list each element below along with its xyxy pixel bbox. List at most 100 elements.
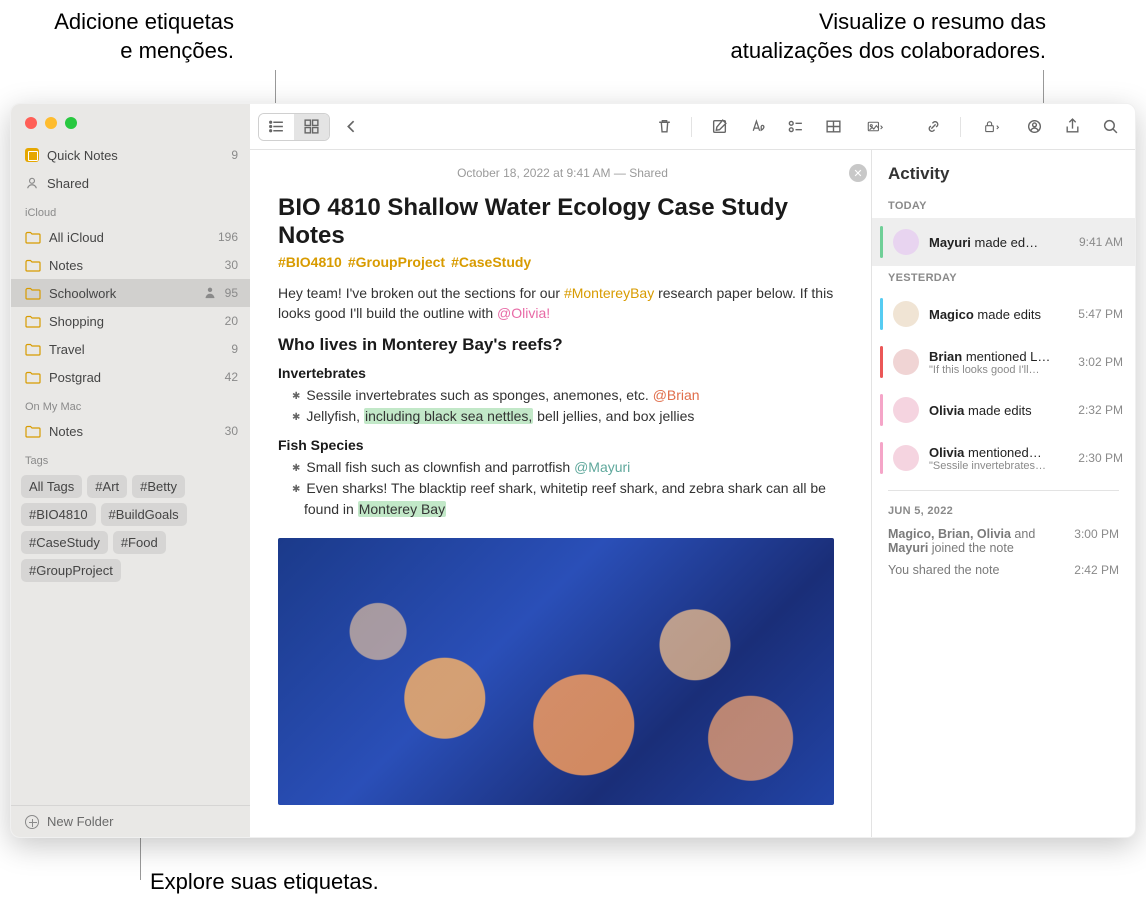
hashtag[interactable]: #GroupProject [348, 254, 445, 270]
avatar [893, 229, 919, 255]
folder-label: Travel [49, 342, 223, 357]
activity-color-bar [880, 346, 883, 378]
folder-count: 9 [231, 148, 238, 162]
fullscreen-window-button[interactable] [65, 117, 77, 129]
window-controls [11, 104, 250, 139]
tag-chip[interactable]: #CaseStudy [21, 531, 108, 554]
folder-count: 42 [225, 370, 238, 384]
table-button[interactable] [816, 114, 850, 140]
sidebar-folder[interactable]: All iCloud 196 [11, 223, 250, 251]
folder-label: Notes [49, 424, 217, 439]
sidebar-folder-shared[interactable]: Shared [11, 169, 250, 197]
activity-text: Olivia made edits [929, 403, 1068, 418]
mention[interactable]: @Mayuri [574, 459, 630, 475]
activity-panel: Activity TODAY Mayuri made ed…9:41 AM YE… [871, 150, 1135, 837]
tag-chip[interactable]: #Food [113, 531, 166, 554]
note-bullet: Even sharks! The blacktip reef shark, wh… [278, 478, 847, 520]
activity-join-entry: Magico, Brian, Olivia and Mayuri joined … [872, 523, 1135, 559]
note-heading: Who lives in Monterey Bay's reefs? [278, 335, 847, 355]
note-attached-image[interactable] [278, 538, 834, 805]
new-folder-button[interactable]: New Folder [11, 805, 250, 837]
sidebar-folder-quick-notes[interactable]: Quick Notes 9 [11, 141, 250, 169]
search-button[interactable] [1093, 114, 1127, 140]
activity-text: Olivia mentioned… [929, 445, 1068, 460]
toolbar [250, 104, 1135, 150]
activity-time: 2:30 PM [1078, 451, 1123, 465]
media-button[interactable] [854, 114, 896, 140]
back-button[interactable] [334, 114, 368, 140]
close-window-button[interactable] [25, 117, 37, 129]
activity-color-bar [880, 442, 883, 474]
sidebar-section-onmymac: On My Mac [11, 391, 250, 417]
callout-explore-tags: Explore suas etiquetas. [150, 868, 379, 897]
sidebar-folder[interactable]: Travel9 [11, 335, 250, 363]
highlight: including black sea nettles, [364, 408, 533, 424]
list-view-button[interactable] [259, 114, 294, 140]
tag-chip[interactable]: #BIO4810 [21, 503, 96, 526]
lock-button[interactable] [971, 114, 1013, 140]
checklist-button[interactable] [778, 114, 812, 140]
mention[interactable]: @Olivia! [497, 305, 550, 321]
folder-count: 196 [218, 230, 238, 244]
folder-label: Notes [49, 258, 217, 273]
link-button[interactable] [916, 114, 950, 140]
delete-button[interactable] [647, 114, 681, 140]
new-folder-label: New Folder [47, 814, 113, 829]
activity-row[interactable]: Brian mentioned L…"If this looks good I'… [872, 338, 1135, 386]
sidebar-folder[interactable]: Schoolwork95 [11, 279, 250, 307]
share-button[interactable] [1055, 114, 1089, 140]
sidebar-section-tags: Tags [11, 445, 250, 471]
collaborate-button[interactable] [1017, 114, 1051, 140]
note-editor[interactable]: ✕ October 18, 2022 at 9:41 AM — Shared B… [250, 150, 871, 837]
activity-text: Mayuri made ed… [929, 235, 1069, 250]
tag-chip[interactable]: #Art [87, 475, 127, 498]
tags-list: All Tags#Art#Betty #BIO4810#BuildGoals #Ca… [11, 471, 250, 592]
activity-time: 9:41 AM [1079, 235, 1123, 249]
note-bullet: Small fish such as clownfish and parrotf… [278, 457, 847, 478]
new-note-button[interactable] [702, 114, 736, 140]
tag-chip[interactable]: All Tags [21, 475, 82, 498]
tag-chip[interactable]: #BuildGoals [101, 503, 187, 526]
note-bullet: Sessile invertebrates such as sponges, a… [278, 385, 847, 406]
hashtag[interactable]: #CaseStudy [451, 254, 531, 270]
activity-color-bar [880, 394, 883, 426]
activity-time: 2:32 PM [1078, 403, 1123, 417]
avatar [893, 301, 919, 327]
hashtag[interactable]: #MontereyBay [564, 285, 654, 301]
main-column: ✕ October 18, 2022 at 9:41 AM — Shared B… [250, 104, 1135, 837]
activity-section-yesterday: YESTERDAY [872, 266, 1135, 290]
callout-tags-mentions: Adicione etiquetas e menções. [10, 8, 234, 65]
mention[interactable]: @Brian [653, 387, 700, 403]
tag-chip[interactable]: #GroupProject [21, 559, 121, 582]
avatar [893, 397, 919, 423]
note-date: October 18, 2022 at 9:41 AM — Shared [278, 166, 847, 180]
folder-label: Postgrad [49, 370, 217, 385]
minimize-window-button[interactable] [45, 117, 57, 129]
activity-row[interactable]: Olivia made edits 2:32 PM [872, 386, 1135, 434]
hashtag[interactable]: #BIO4810 [278, 254, 342, 270]
folder-label: Shopping [49, 314, 217, 329]
note-subheading: Fish Species [278, 437, 847, 453]
sidebar: Quick Notes 9 Shared iCloud All iCloud 19… [11, 104, 250, 837]
activity-row[interactable]: Magico made edits 5:47 PM [872, 290, 1135, 338]
folder-count: 20 [225, 314, 238, 328]
note-subheading: Invertebrates [278, 365, 847, 381]
close-activity-icon[interactable]: ✕ [849, 164, 867, 182]
folder-label: All iCloud [49, 230, 210, 245]
sidebar-folder[interactable]: Notes30 [11, 251, 250, 279]
sidebar-folder[interactable]: Shopping 20 [11, 307, 250, 335]
sidebar-folder[interactable]: Notes30 [11, 417, 250, 445]
folder-count: 95 [225, 286, 238, 300]
avatar [893, 445, 919, 471]
sidebar-section-icloud: iCloud [11, 197, 250, 223]
format-button[interactable] [740, 114, 774, 140]
gallery-view-button[interactable] [294, 114, 329, 140]
tag-chip[interactable]: #Betty [132, 475, 185, 498]
activity-title: Activity [872, 150, 1135, 194]
activity-row[interactable]: Olivia mentioned…"Sessile invertebrates…… [872, 434, 1135, 482]
activity-time: 5:47 PM [1078, 307, 1123, 321]
activity-text: Magico made edits [929, 307, 1068, 322]
activity-row[interactable]: Mayuri made ed… 9:41 AM [872, 218, 1135, 266]
sidebar-folder[interactable]: Postgrad 42 [11, 363, 250, 391]
shared-badge-icon [203, 285, 217, 302]
